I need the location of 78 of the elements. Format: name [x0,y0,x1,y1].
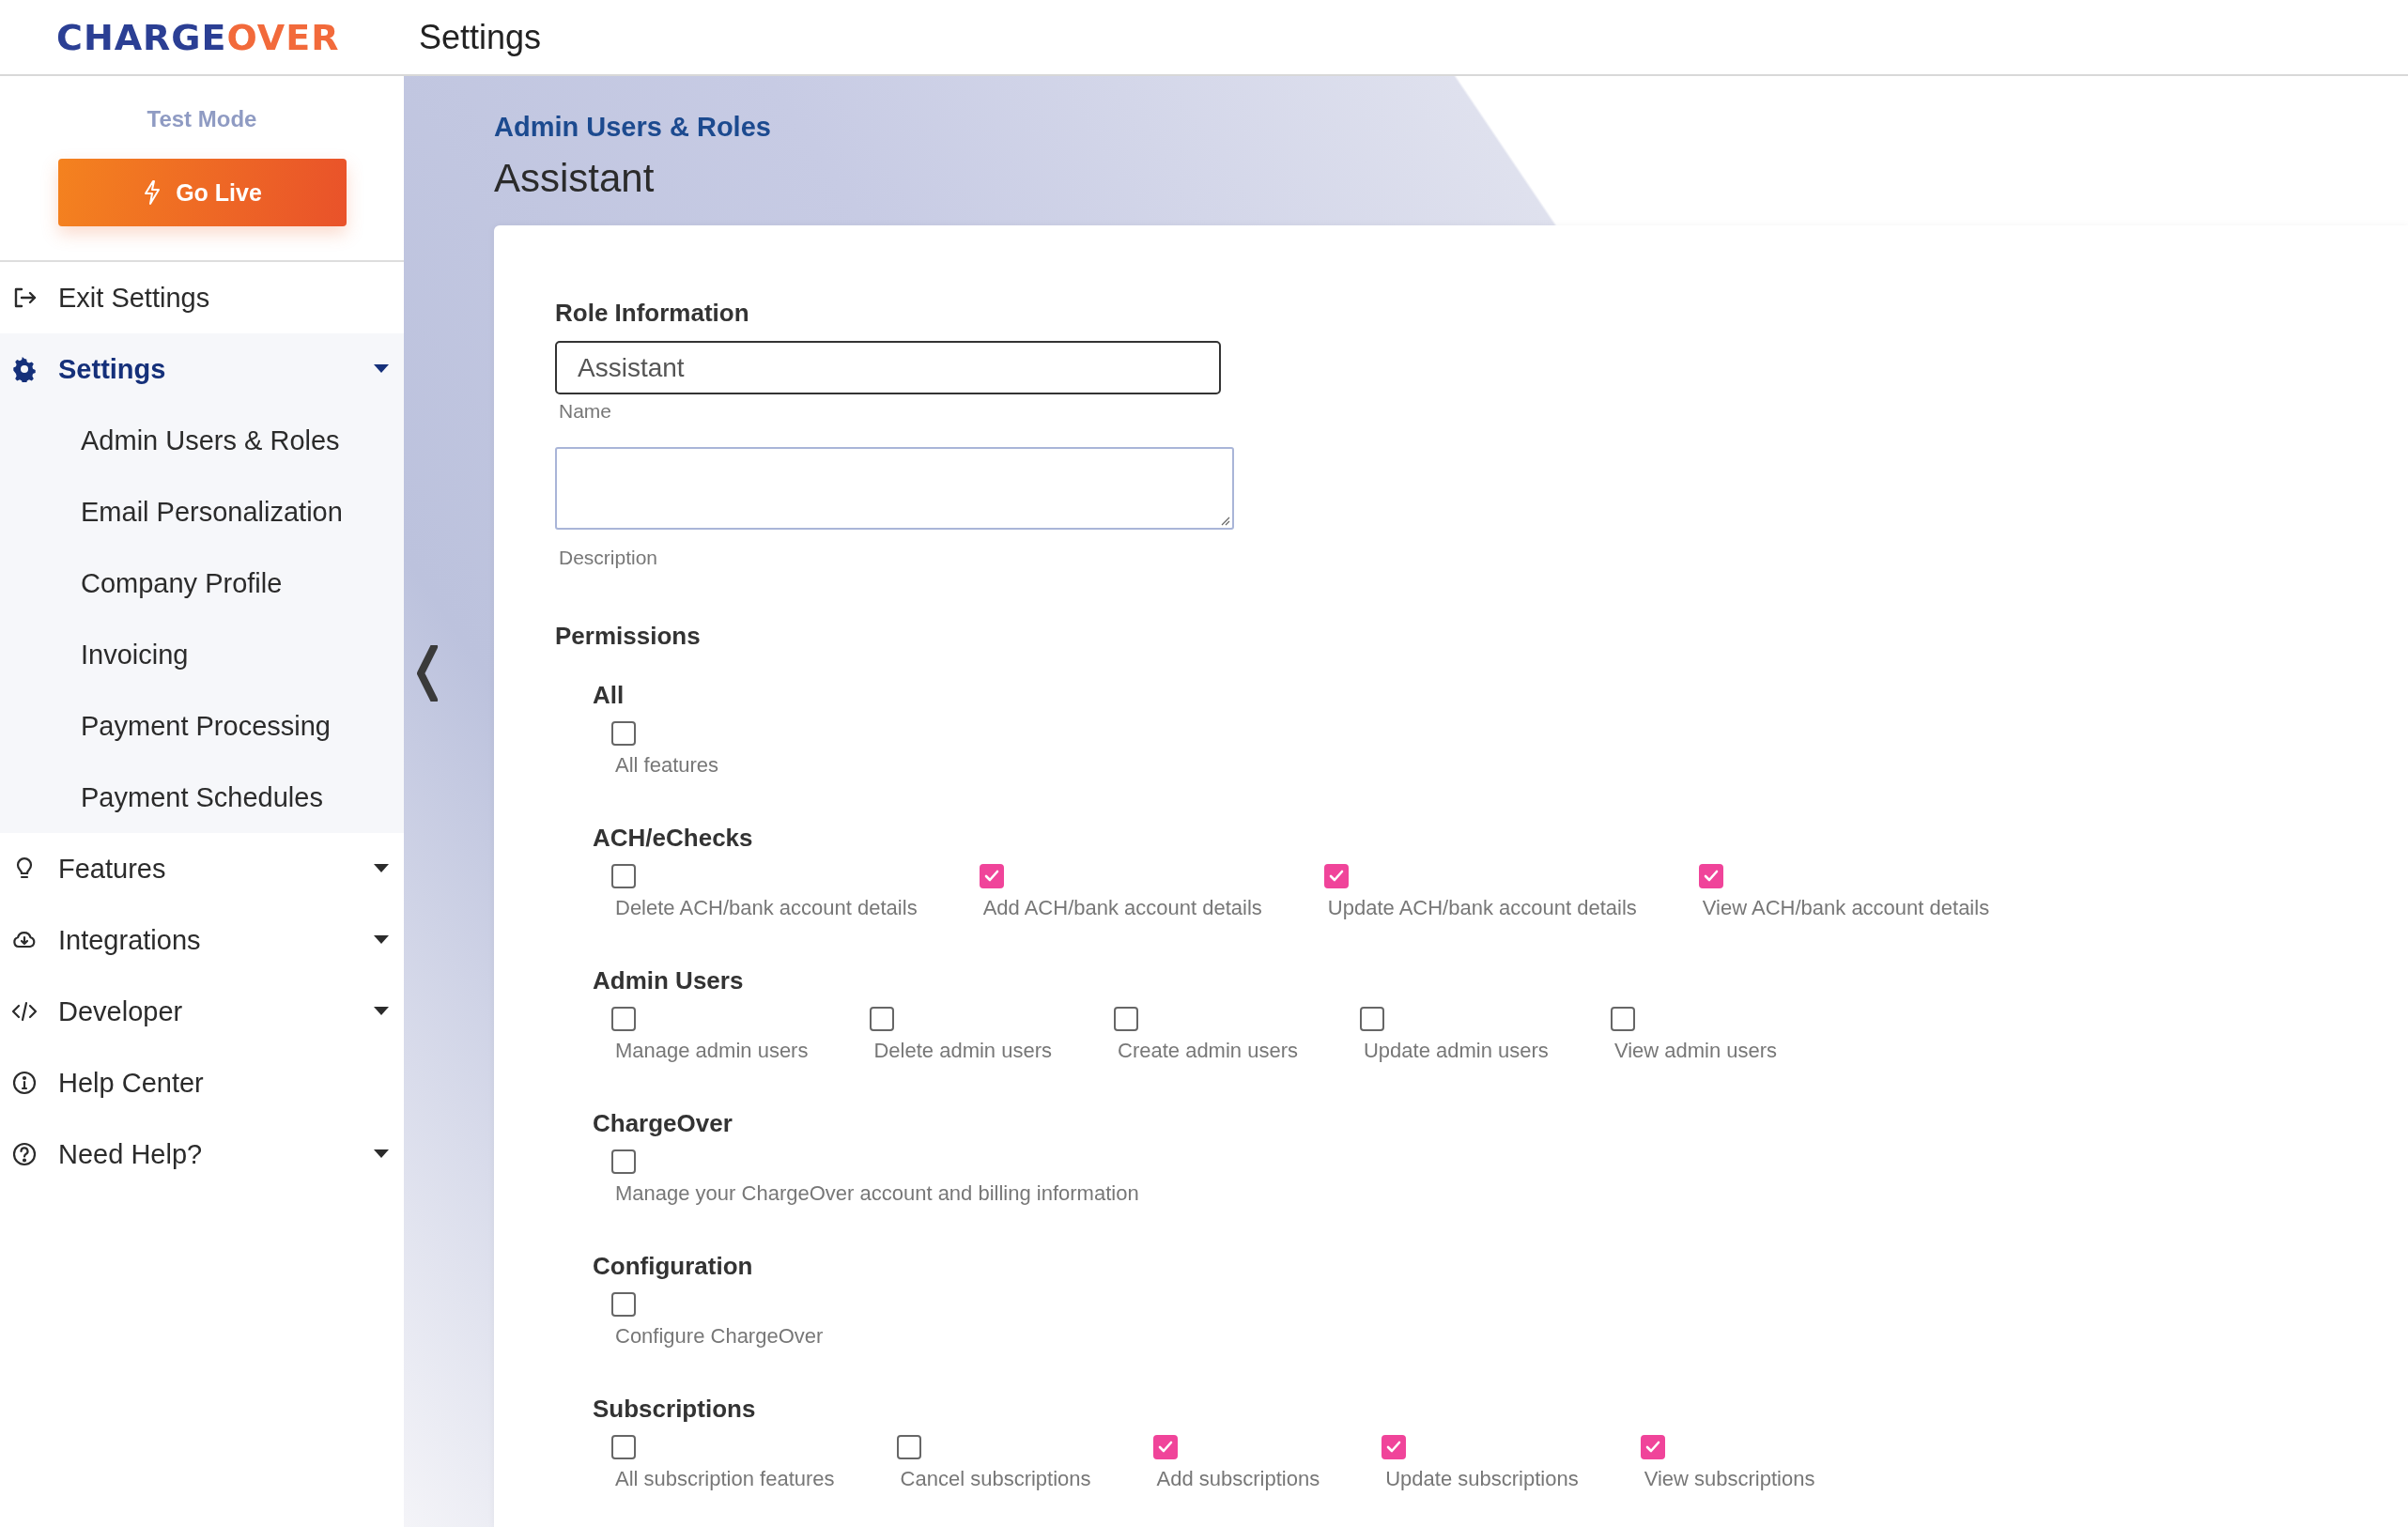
checkbox[interactable] [1323,864,1349,888]
sidebar-item[interactable]: Integrations [0,904,404,976]
checkbox-label: Delete admin users [873,1039,1052,1063]
permission-group-title: ChargeOver [593,1109,733,1138]
checkbox-label: Cancel subscriptions [900,1467,1091,1491]
permission-group-title: Configuration [593,1252,754,1281]
checkbox-label: Update ACH/bank account details [1327,896,1637,920]
resize-grip-icon[interactable] [1219,515,1230,526]
checkbox[interactable] [1698,864,1723,888]
checkbox-label: View ACH/bank account details [1702,896,1990,920]
checkmark-icon [1328,870,1344,883]
test-mode-label: Test Mode [147,106,257,132]
sidebar-subitem[interactable]: Payment Schedules [0,762,404,833]
checkbox[interactable] [1114,1007,1138,1031]
chevron-left-icon[interactable] [415,645,440,702]
sidebar-item[interactable]: Help Center [0,1047,404,1118]
field-label: Name [558,400,613,423]
permission-group-title: All [593,681,625,710]
checkbox[interactable] [611,1292,636,1317]
checkbox[interactable] [979,864,1004,888]
sidebar-item[interactable]: Features [0,833,404,904]
sidebar-subitem[interactable]: Company Profile [0,548,404,619]
checkbox[interactable] [896,1435,921,1459]
permission-group-title: ACH/eChecks [593,824,754,853]
checkmark-icon [1386,1441,1402,1454]
checkbox-label: Delete ACH/bank account details [615,896,918,920]
section-heading: Permissions [555,622,702,651]
checkbox[interactable] [1382,1435,1407,1459]
settings-icon [11,356,38,382]
page-header-title: Settings [419,17,542,57]
caret-icon [374,1149,389,1159]
checkbox-label: Add subscriptions [1156,1467,1320,1491]
sidebar-subitem[interactable]: Payment Processing [0,690,404,762]
breadcrumb-link[interactable]: Admin Users & Roles [494,112,2408,143]
checkbox[interactable] [611,721,636,746]
checkbox-label: Add ACH/bank account details [982,896,1262,920]
checkbox-label: Update subscriptions [1385,1467,1579,1491]
caret-icon [374,864,389,873]
checkbox[interactable] [1360,1007,1384,1031]
checkbox-label: Update admin users [1364,1039,1549,1063]
section-heading: Role Information [555,299,750,328]
logo: CHARGEOVER [56,16,341,58]
caret-icon [374,1007,389,1016]
checkmark-icon [1157,1441,1173,1454]
checkbox[interactable] [870,1007,895,1031]
name-input-field[interactable]: Assistant [555,341,1221,394]
checkbox-label: All features [615,753,719,778]
checkmark-icon [983,870,999,883]
permission-group-title: Subscriptions [593,1395,757,1424]
checkbox[interactable] [611,1149,636,1174]
sidebar-item[interactable]: Developer [0,976,404,1047]
sidebar-subitem[interactable]: Admin Users & Roles [0,405,404,476]
checkbox[interactable] [611,1435,636,1459]
checkbox-label: Configure ChargeOver [615,1324,824,1349]
sidebar-item[interactable]: Need Help? [0,1118,404,1190]
checkbox-label: View subscriptions [1644,1467,1815,1491]
checkbox-label: Manage your ChargeOver account and billing information [615,1181,1139,1206]
field-label: Description [558,547,659,569]
checkbox[interactable] [1640,1435,1665,1459]
info-icon [11,1070,38,1096]
caret-icon [374,364,389,374]
checkbox-label: All subscription features [615,1467,835,1491]
checkbox-label: View admin users [1613,1039,1778,1063]
page-title: Assistant [494,156,656,201]
checkmark-icon [1644,1441,1660,1454]
checkbox[interactable] [1610,1007,1635,1031]
sidebar-item[interactable]: Exit Settings [0,262,404,333]
checkbox-label: Manage admin users [615,1039,809,1063]
checkbox[interactable] [611,1007,636,1031]
sidebar-subitem[interactable]: Invoicing [0,619,404,690]
checkbox-label: Create admin users [1118,1039,1298,1063]
checkbox[interactable] [611,864,636,888]
permission-group-title: Admin Users [593,966,745,995]
checkmark-icon [1703,870,1719,883]
checkbox[interactable] [1152,1435,1178,1459]
help-icon [11,1141,38,1167]
sidebar-subitem[interactable]: Email Personalization [0,476,404,548]
caret-icon [374,935,389,945]
